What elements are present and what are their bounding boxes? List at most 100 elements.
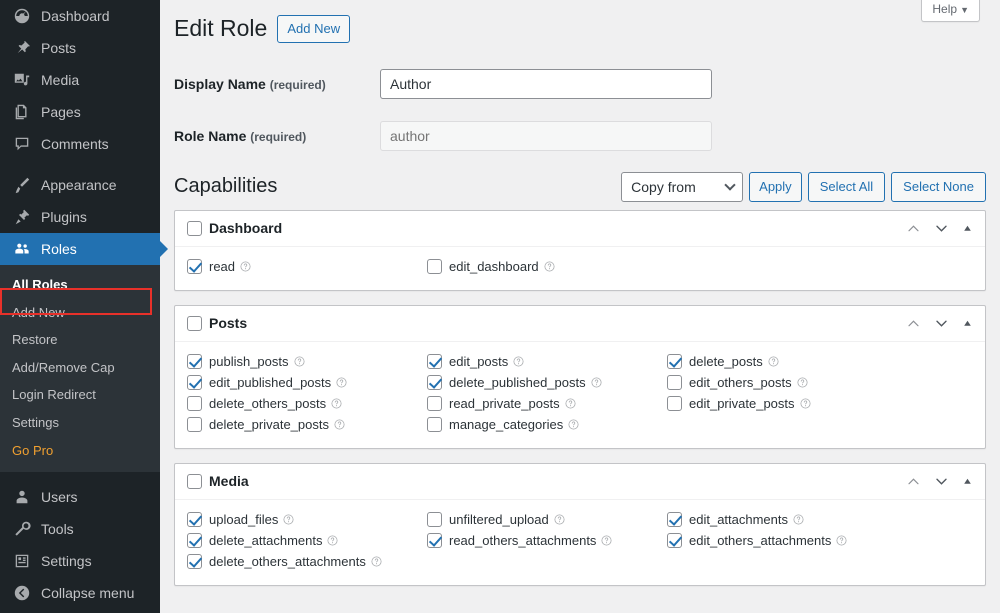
capability-checkbox[interactable]	[187, 396, 202, 411]
help-circle-icon[interactable]	[797, 377, 808, 388]
display-name-required: (required)	[270, 78, 326, 92]
sidebar-item-label: Tools	[41, 521, 74, 537]
submenu-item-all-roles[interactable]: All Roles	[0, 271, 160, 299]
help-circle-icon[interactable]	[336, 377, 347, 388]
copy-from-select[interactable]: Copy from	[621, 172, 743, 202]
help-circle-icon[interactable]	[327, 535, 338, 546]
help-circle-icon[interactable]	[240, 261, 251, 272]
capability-item: delete_posts	[667, 352, 973, 372]
panel-tools	[906, 474, 973, 489]
select-none-button[interactable]: Select None	[891, 172, 986, 202]
panel-tools	[906, 316, 973, 331]
move-up-icon[interactable]	[906, 474, 921, 489]
capability-item: edit_others_posts	[667, 373, 973, 393]
help-circle-icon[interactable]	[565, 398, 576, 409]
sidebar-item-plugins[interactable]: Plugins	[0, 201, 160, 233]
capability-checkbox[interactable]	[427, 259, 442, 274]
capability-label: edit_private_posts	[689, 396, 795, 411]
capability-checkbox[interactable]	[187, 533, 202, 548]
sidebar-item-users[interactable]: Users	[0, 481, 160, 513]
help-button[interactable]: Help▼	[921, 0, 980, 22]
help-circle-icon[interactable]	[294, 356, 305, 367]
help-circle-icon[interactable]	[544, 261, 555, 272]
panel-tools	[906, 221, 973, 236]
settings-icon	[12, 551, 32, 571]
display-name-input[interactable]	[380, 69, 712, 99]
panel-select-all-checkbox[interactable]	[187, 221, 202, 236]
capability-checkbox[interactable]	[667, 533, 682, 548]
submenu-item-login-redirect[interactable]: Login Redirect	[0, 381, 160, 409]
sidebar-item-label: Settings	[41, 553, 92, 569]
capability-checkbox[interactable]	[667, 354, 682, 369]
help-circle-icon[interactable]	[568, 419, 579, 430]
panel-select-all-checkbox[interactable]	[187, 474, 202, 489]
add-new-button[interactable]: Add New	[277, 15, 350, 44]
help-circle-icon[interactable]	[283, 514, 294, 525]
help-circle-icon[interactable]	[371, 556, 382, 567]
move-down-icon[interactable]	[934, 474, 949, 489]
sidebar-item-posts[interactable]: Posts	[0, 32, 160, 64]
capability-checkbox[interactable]	[427, 354, 442, 369]
capability-checkbox[interactable]	[187, 354, 202, 369]
help-circle-icon[interactable]	[793, 514, 804, 525]
help-circle-icon[interactable]	[768, 356, 779, 367]
sidebar-item-roles[interactable]: Roles	[0, 233, 160, 265]
help-circle-icon[interactable]	[800, 398, 811, 409]
panel-title: Posts	[209, 315, 906, 331]
capability-checkbox[interactable]	[667, 512, 682, 527]
sidebar-item-dashboard[interactable]: Dashboard	[0, 0, 160, 32]
select-all-button[interactable]: Select All	[808, 172, 885, 202]
media-icon	[12, 70, 32, 90]
move-up-icon[interactable]	[906, 221, 921, 236]
sidebar-item-label: Media	[41, 72, 79, 88]
capability-checkbox[interactable]	[187, 512, 202, 527]
move-up-icon[interactable]	[906, 316, 921, 331]
panel-select-all-checkbox[interactable]	[187, 316, 202, 331]
capability-checkbox[interactable]	[187, 417, 202, 432]
role-name-input[interactable]	[380, 121, 712, 151]
apply-button[interactable]: Apply	[749, 172, 802, 202]
collapse-panel-icon[interactable]	[962, 223, 973, 234]
capability-checkbox[interactable]	[187, 375, 202, 390]
help-circle-icon[interactable]	[334, 419, 345, 430]
sidebar-item-label: Collapse menu	[41, 585, 134, 601]
move-down-icon[interactable]	[934, 316, 949, 331]
submenu-item-add-remove-cap[interactable]: Add/Remove Cap	[0, 354, 160, 382]
capability-item: edit_posts	[427, 352, 667, 372]
capability-checkbox[interactable]	[187, 554, 202, 569]
capability-checkbox[interactable]	[427, 417, 442, 432]
capability-item: edit_others_attachments	[667, 531, 973, 551]
sidebar-item-collapse-menu[interactable]: Collapse menu	[0, 577, 160, 609]
submenu-item-restore[interactable]: Restore	[0, 326, 160, 354]
capability-checkbox[interactable]	[667, 375, 682, 390]
capability-checkbox[interactable]	[187, 259, 202, 274]
collapse-panel-icon[interactable]	[962, 318, 973, 329]
capability-checkbox[interactable]	[427, 396, 442, 411]
chevron-down-icon: ▼	[960, 5, 969, 15]
help-circle-icon[interactable]	[591, 377, 602, 388]
help-circle-icon[interactable]	[554, 514, 565, 525]
help-circle-icon[interactable]	[836, 535, 847, 546]
submenu-item-settings[interactable]: Settings	[0, 409, 160, 437]
sidebar-item-tools[interactable]: Tools	[0, 513, 160, 545]
capability-checkbox[interactable]	[427, 533, 442, 548]
sidebar-item-pages[interactable]: Pages	[0, 96, 160, 128]
help-circle-icon[interactable]	[513, 356, 524, 367]
capability-label: edit_dashboard	[449, 259, 539, 274]
submenu-item-go-pro[interactable]: Go Pro	[0, 437, 160, 465]
capability-checkbox[interactable]	[667, 396, 682, 411]
move-down-icon[interactable]	[934, 221, 949, 236]
submenu-item-add-new[interactable]: Add New	[0, 299, 160, 327]
collapse-panel-icon[interactable]	[962, 476, 973, 487]
sidebar-item-comments[interactable]: Comments	[0, 128, 160, 160]
help-circle-icon[interactable]	[331, 398, 342, 409]
capability-item: read_private_posts	[427, 394, 667, 414]
capability-panel-media: Mediaupload_filesdelete_attachmentsdelet…	[174, 463, 986, 586]
capability-checkbox[interactable]	[427, 375, 442, 390]
capability-checkbox[interactable]	[427, 512, 442, 527]
collapse-icon	[12, 583, 32, 603]
sidebar-item-appearance[interactable]: Appearance	[0, 169, 160, 201]
sidebar-item-settings[interactable]: Settings	[0, 545, 160, 577]
sidebar-item-media[interactable]: Media	[0, 64, 160, 96]
help-circle-icon[interactable]	[601, 535, 612, 546]
